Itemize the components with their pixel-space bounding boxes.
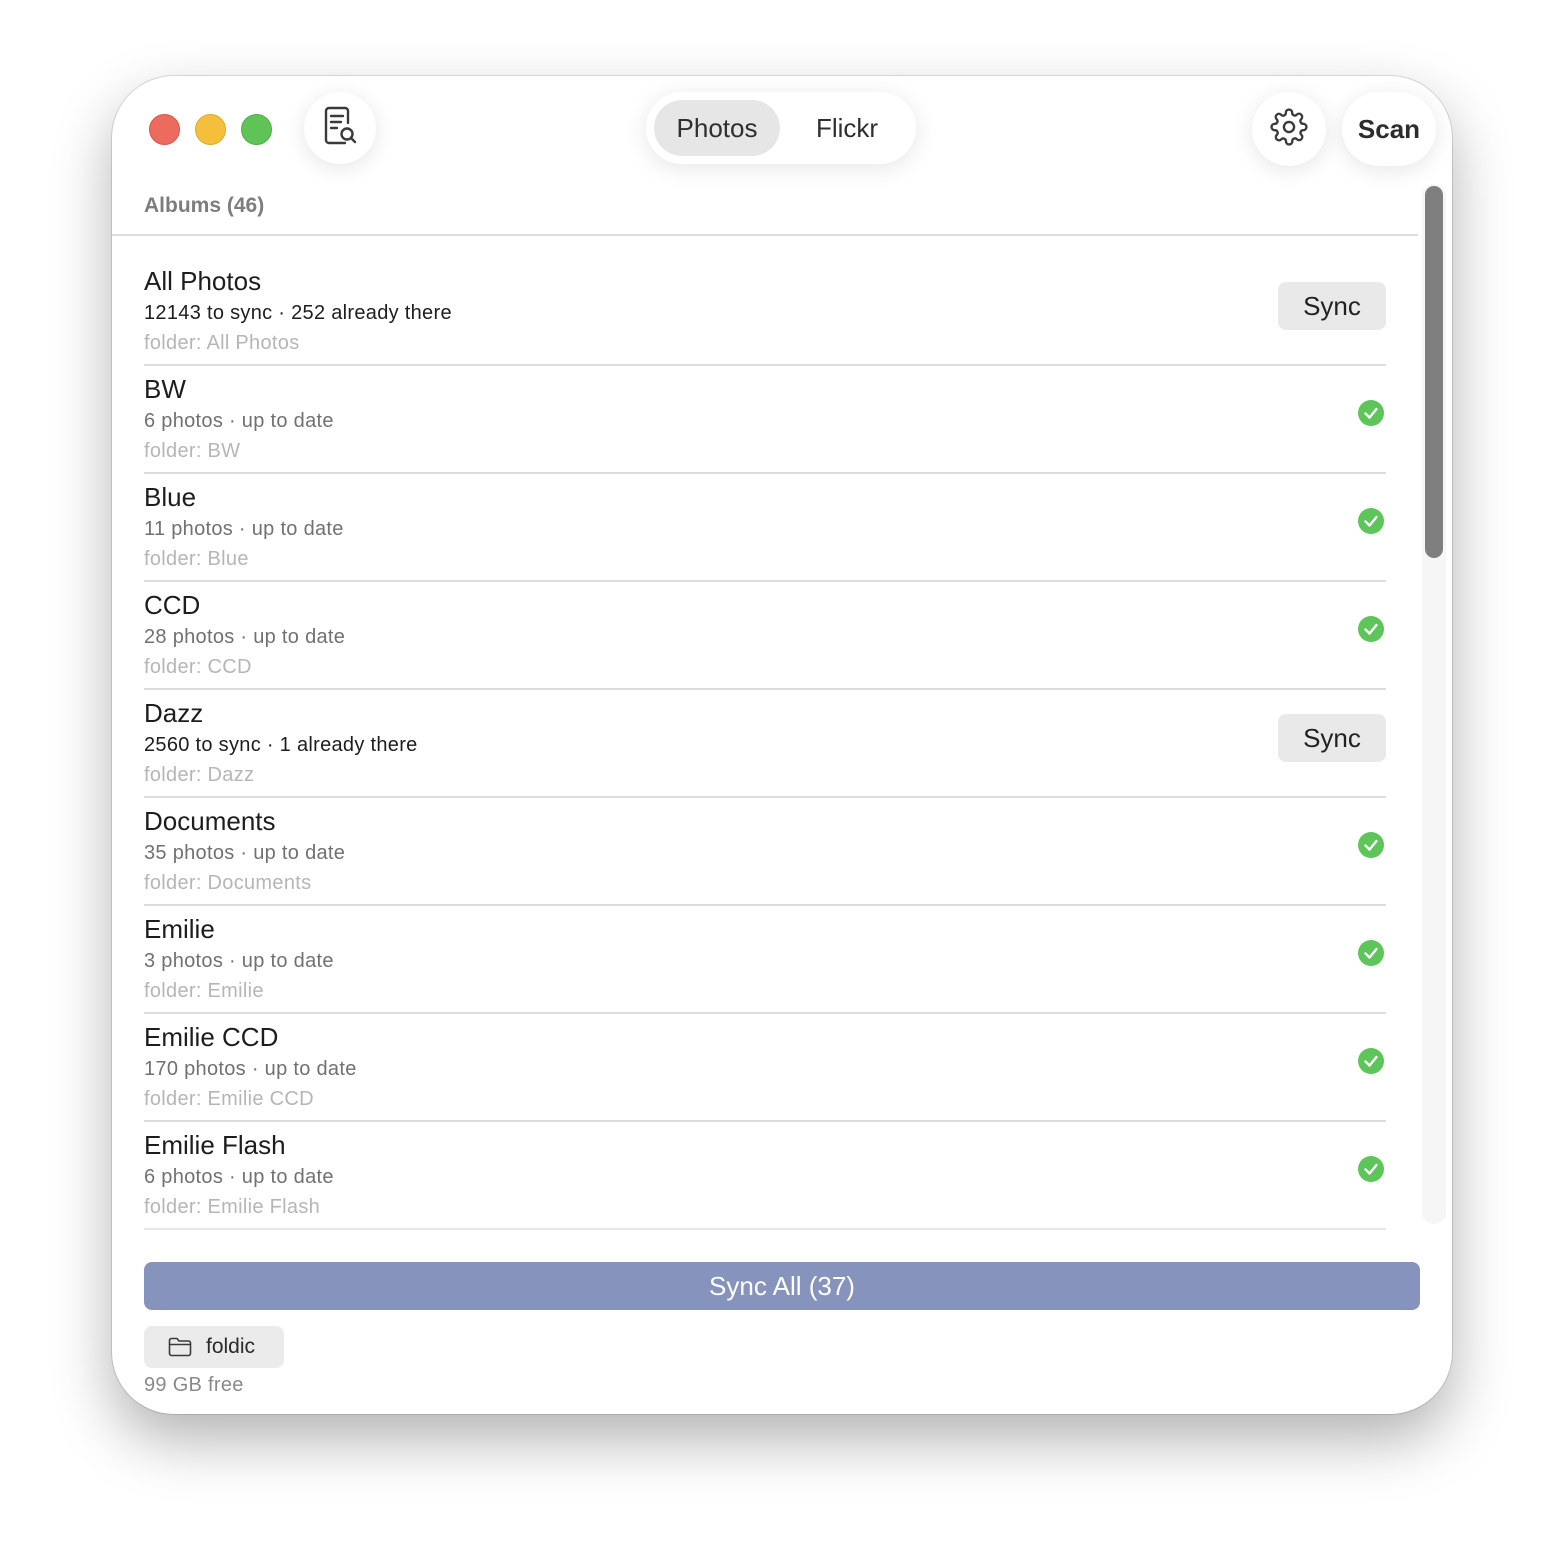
checkmark-circle-icon bbox=[1358, 1048, 1384, 1074]
album-name: Emilie Flash bbox=[144, 1130, 286, 1160]
scan-button[interactable]: Scan bbox=[1342, 92, 1436, 166]
album-folder: folder: Emilie bbox=[144, 980, 264, 1002]
album-folder: folder: All Photos bbox=[144, 332, 300, 354]
settings-button[interactable] bbox=[1252, 92, 1326, 166]
album-folder: folder: Emilie Flash bbox=[144, 1196, 321, 1218]
gear-icon bbox=[1270, 107, 1308, 151]
album-status: 35 photos · up to date bbox=[144, 842, 346, 864]
source-segmented-control: Photos Flickr bbox=[646, 92, 916, 164]
album-row[interactable]: Emilie CCD 170 photos · up to date folder:… bbox=[144, 1014, 1386, 1122]
album-status: 11 photos · up to date bbox=[144, 518, 344, 540]
log-button[interactable] bbox=[304, 92, 376, 164]
scrollbar-thumb[interactable] bbox=[1425, 186, 1443, 558]
checkmark-circle-icon bbox=[1358, 400, 1384, 426]
album-sync-button[interactable]: Sync bbox=[1278, 714, 1386, 762]
checkmark-circle-icon bbox=[1358, 1156, 1384, 1182]
albums-header: Albums (46) bbox=[144, 194, 265, 217]
sync-all-button[interactable]: Sync All (37) bbox=[144, 1262, 1420, 1310]
album-name: Emilie bbox=[144, 914, 215, 944]
album-status: 170 photos · up to date bbox=[144, 1058, 357, 1080]
album-row[interactable]: Emilie 3 photos · up to date folder: Emili… bbox=[144, 906, 1386, 1014]
checkmark-circle-icon bbox=[1358, 508, 1384, 534]
album-folder: folder: BW bbox=[144, 440, 241, 462]
album-row[interactable]: Blue 11 photos · up to date folder: Blue bbox=[144, 474, 1386, 582]
album-row[interactable]: Documents 35 photos · up to date folder: D… bbox=[144, 798, 1386, 906]
album-status: 12143 to sync · 252 already there bbox=[144, 302, 452, 324]
album-status: 2560 to sync · 1 already there bbox=[144, 734, 418, 756]
album-folder: folder: Blue bbox=[144, 548, 249, 570]
scrollbar[interactable] bbox=[1422, 184, 1446, 1224]
tab-flickr[interactable]: Flickr bbox=[786, 100, 908, 156]
album-status: 3 photos · up to date bbox=[144, 950, 334, 972]
destination-folder-button[interactable]: foldic bbox=[144, 1326, 284, 1368]
album-row[interactable]: Emilie Flash 6 photos · up to date folder:… bbox=[144, 1122, 1386, 1230]
album-row[interactable]: BW 6 photos · up to date folder: BW bbox=[144, 366, 1386, 474]
checkmark-circle-icon bbox=[1358, 940, 1384, 966]
zoom-window-button[interactable] bbox=[241, 114, 272, 145]
checkmark-circle-icon bbox=[1358, 832, 1384, 858]
album-row[interactable]: CCD 28 photos · up to date folder: CCD bbox=[144, 582, 1386, 690]
album-folder: folder: Documents bbox=[144, 872, 312, 894]
albums-list: All Photos 12143 to sync · 252 already th… bbox=[144, 258, 1386, 1230]
album-name: All Photos bbox=[144, 266, 262, 296]
album-name: Dazz bbox=[144, 698, 204, 728]
checkmark-circle-icon bbox=[1358, 616, 1384, 642]
album-folder: folder: CCD bbox=[144, 656, 252, 678]
album-name: Blue bbox=[144, 482, 197, 512]
app-window: Photos Flickr Scan Albums (46) All Photo… bbox=[112, 76, 1452, 1414]
destination-folder-label: foldic bbox=[206, 1335, 256, 1358]
album-folder: folder: Dazz bbox=[144, 764, 255, 786]
album-name: CCD bbox=[144, 590, 201, 620]
album-name: Emilie CCD bbox=[144, 1022, 279, 1052]
albums-list-viewport: All Photos 12143 to sync · 252 already th… bbox=[112, 236, 1422, 1248]
album-status: 6 photos · up to date bbox=[144, 410, 334, 432]
album-folder: folder: Emilie CCD bbox=[144, 1088, 314, 1110]
tab-photos[interactable]: Photos bbox=[654, 100, 780, 156]
album-name: BW bbox=[144, 374, 186, 404]
album-sync-button[interactable]: Sync bbox=[1278, 282, 1386, 330]
album-status: 28 photos · up to date bbox=[144, 626, 346, 648]
album-status: 6 photos · up to date bbox=[144, 1166, 334, 1188]
album-row[interactable]: Dazz 2560 to sync · 1 already there folder… bbox=[144, 690, 1386, 798]
album-name: Documents bbox=[144, 806, 276, 836]
minimize-window-button[interactable] bbox=[195, 114, 226, 145]
free-space-label: 99 GB free bbox=[144, 1374, 244, 1396]
folder-icon bbox=[168, 1337, 192, 1357]
document-search-icon bbox=[323, 106, 357, 151]
close-window-button[interactable] bbox=[149, 114, 180, 145]
album-row[interactable]: All Photos 12143 to sync · 252 already th… bbox=[144, 258, 1386, 366]
